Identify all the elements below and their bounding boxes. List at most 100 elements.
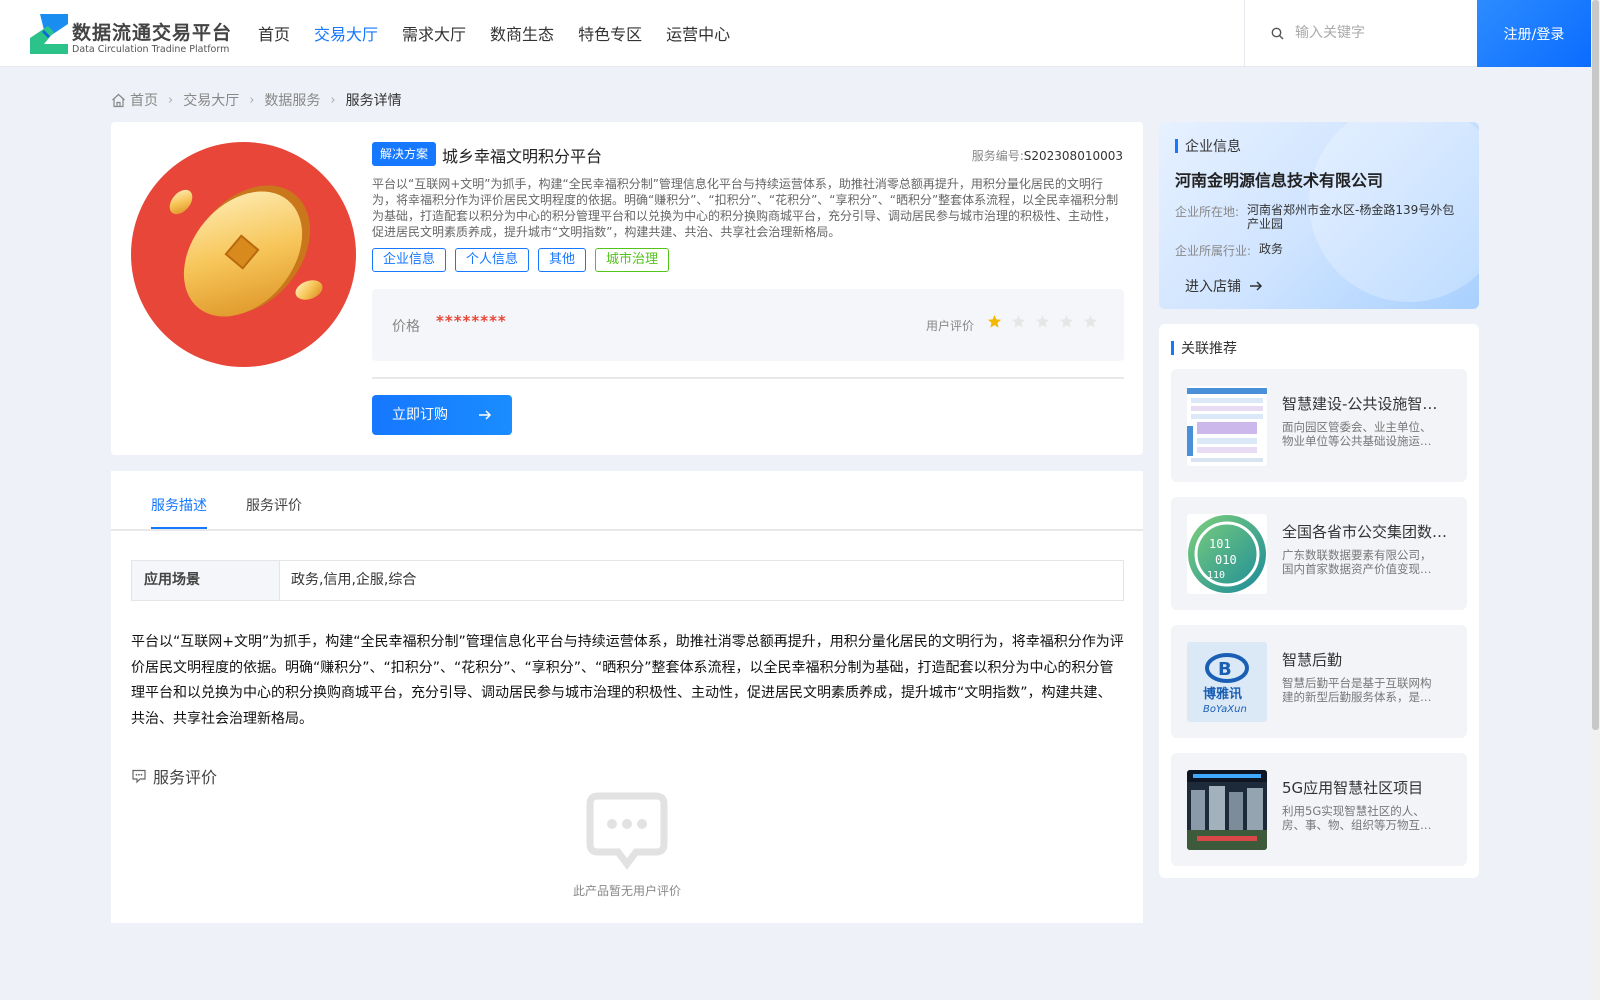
service-detail-card: 服务描述 服务评价 应用场景 政务,信用,企服,综合 平台以“互联网+文明”为抓…	[111, 471, 1143, 923]
nav-home[interactable]: 首页	[258, 0, 290, 67]
svg-text:101: 101	[1209, 537, 1231, 551]
company-location: 河南省郑州市金水区-杨金路139号外包产业园	[1247, 203, 1455, 231]
enter-shop-label: 进入店铺	[1185, 279, 1241, 295]
recommend-item-desc: 广东数联数据要素有限公司，国内首家数据资产价值变现全链条服务商	[1282, 548, 1432, 576]
search-icon[interactable]	[1271, 27, 1284, 40]
register-login-button[interactable]: 注册/登录	[1477, 0, 1591, 67]
company-logo-icon: B 博雅讯 BoYaXun	[1203, 653, 1249, 715]
enter-shop-link[interactable]: 进入店铺	[1185, 276, 1263, 296]
scene-value: 政务,信用,企服,综合	[291, 572, 417, 588]
tag-enterprise-info[interactable]: 企业信息	[372, 248, 447, 272]
recommend-thumbnail	[1187, 386, 1267, 466]
logo-text-cn: 博雅讯	[1203, 686, 1242, 702]
company-name: 河南金明源信息技术有限公司	[1175, 171, 1384, 190]
logo-subtitle: Data Circulation Tradine Platform	[72, 44, 230, 55]
service-number-value: S202308010003	[1023, 149, 1123, 163]
scene-label: 应用场景	[132, 561, 280, 600]
recommend-section-head: 关联推荐	[1171, 338, 1237, 358]
product-title: 城乡幸福文明积分平台	[442, 147, 603, 166]
review-title-label: 服务评价	[153, 768, 218, 787]
page-scrollbar[interactable]	[1591, 0, 1600, 1000]
product-image	[131, 142, 356, 367]
order-now-button[interactable]: 立即订购	[372, 395, 512, 435]
product-summary-card: 解决方案 城乡幸福文明积分平台 服务编号:S202308010003 平台以“互…	[111, 122, 1143, 455]
recommend-item-desc: 面向园区管委会、业主单位、物业单位等公共基础设施运维管理提供服务	[1282, 420, 1432, 448]
chevron-right-icon: ›	[330, 92, 336, 108]
svg-text:110: 110	[1207, 570, 1225, 581]
tag-other[interactable]: 其他	[538, 248, 587, 272]
product-tags: 企业信息 个人信息 其他 城市治理	[372, 248, 678, 272]
company-section-title: 企业信息	[1185, 139, 1241, 155]
service-number-label: 服务编号:	[971, 149, 1024, 163]
gold-coin-icon	[169, 185, 323, 317]
star-filled-icon[interactable]	[987, 314, 1002, 329]
star-empty-icon[interactable]	[1059, 314, 1074, 329]
section-marker	[1171, 341, 1174, 355]
search-input[interactable]	[1295, 20, 1465, 46]
recommend-item-title: 5G应用智慧社区项目	[1282, 779, 1424, 797]
nav-featured-zone[interactable]: 特色专区	[578, 0, 642, 67]
section-marker	[1175, 139, 1178, 153]
star-empty-icon[interactable]	[1011, 314, 1026, 329]
review-section-title: 服务评价	[131, 764, 217, 788]
company-location-row: 企业所在地: 河南省郑州市金水区-杨金路139号外包产业园	[1175, 203, 1462, 231]
tab-service-review[interactable]: 服务评价	[246, 495, 302, 515]
breadcrumb-current: 服务详情	[345, 93, 402, 109]
tag-city-governance[interactable]: 城市治理	[595, 248, 670, 272]
rating-label: 用户评价	[926, 319, 975, 333]
scrollbar-thumb[interactable]	[1592, 0, 1599, 730]
data-globe-icon: 101 010 110	[1188, 515, 1266, 593]
recommend-item-desc: 智慧后勤平台是基于互联网构建的新型后勤服务体系，是现代化后勤管理	[1282, 676, 1432, 704]
recommend-item[interactable]: 101 010 110 全国各省市公交集团数据服务 广东数联数据要素有限公司，国…	[1171, 497, 1467, 610]
svg-text:010: 010	[1215, 553, 1237, 567]
recommend-item-title: 智慧后勤	[1282, 651, 1343, 669]
site-logo[interactable]: 数据流通交易平台 Data Circulation Tradine Platfo…	[30, 14, 233, 56]
comment-icon	[132, 769, 146, 784]
recommend-section-title: 关联推荐	[1181, 341, 1237, 357]
order-now-label: 立即订购	[392, 407, 448, 423]
nav-trading-hall[interactable]: 交易大厅	[314, 0, 378, 67]
price-value: ********	[436, 312, 507, 330]
service-long-description: 平台以“互联网+文明”为抓手，构建“全民幸福积分制”管理信息化平台与持续运营体系…	[131, 634, 1124, 727]
logo-title: 数据流通交易平台	[72, 22, 233, 44]
recommend-thumbnail	[1187, 770, 1267, 850]
arrow-right-icon	[1250, 281, 1263, 291]
active-tab-indicator	[151, 527, 207, 529]
company-industry-row: 企业所属行业: 政务	[1175, 242, 1474, 259]
company-section-head: 企业信息	[1175, 136, 1241, 156]
star-empty-icon[interactable]	[1035, 314, 1050, 329]
product-description: 平台以“互联网+文明”为抓手，构建“全民幸福积分制”管理信息化平台与持续运营体系…	[372, 177, 1119, 239]
breadcrumb: 首页 › 交易大厅 › 数据服务 › 服务详情	[111, 89, 402, 111]
breadcrumb-home[interactable]: 首页	[130, 90, 158, 110]
logo-mark-icon	[30, 14, 68, 54]
recommend-item[interactable]: B 博雅讯 BoYaXun 智慧后勤 智慧后勤平台是基于互联网构建的新型后勤服务…	[1171, 625, 1467, 738]
recommend-item[interactable]: 智慧建设-公共设施智能化管理平台 面向园区管委会、业主单位、物业单位等公共基础设…	[1171, 369, 1467, 482]
company-location-label: 企业所在地:	[1175, 205, 1240, 219]
price-label: 价格	[392, 319, 420, 335]
top-header: 数据流通交易平台 Data Circulation Tradine Platfo…	[0, 0, 1600, 67]
tab-service-description[interactable]: 服务描述	[151, 495, 207, 515]
recommend-item[interactable]: 5G应用智慧社区项目 利用5G实现智慧社区的人、房、事、物、组织等万物互联的智能…	[1171, 753, 1467, 866]
svg-text:B: B	[1218, 659, 1232, 680]
breadcrumb-data-service[interactable]: 数据服务	[264, 90, 320, 110]
rating-stars	[987, 314, 1107, 329]
solution-type-badge: 解决方案	[372, 142, 437, 166]
detail-tabs: 服务描述 服务评价	[111, 471, 1143, 531]
star-empty-icon[interactable]	[1083, 314, 1098, 329]
recommend-thumbnail: 101 010 110	[1187, 514, 1267, 594]
tag-personal-info[interactable]: 个人信息	[455, 248, 530, 272]
main-nav: 首页 交易大厅 需求大厅 数商生态 特色专区 运营中心	[258, 0, 754, 67]
chevron-right-icon: ›	[168, 92, 174, 108]
recommend-thumbnail: B 博雅讯 BoYaXun	[1187, 642, 1267, 722]
smart-community-photo-icon	[1187, 770, 1267, 850]
nav-operations-center[interactable]: 运营中心	[666, 0, 730, 67]
breadcrumb-trading-hall[interactable]: 交易大厅	[183, 90, 239, 110]
chevron-right-icon: ›	[249, 92, 255, 108]
nav-merchant-ecosystem[interactable]: 数商生态	[490, 0, 554, 67]
price-panel: 价格 ******** 用户评价	[372, 289, 1124, 361]
flowchart-thumbnail-icon	[1187, 388, 1267, 462]
nav-demand-hall[interactable]: 需求大厅	[402, 0, 466, 67]
company-info-card: 企业信息 河南金明源信息技术有限公司 企业所在地: 河南省郑州市金水区-杨金路1…	[1159, 122, 1479, 309]
application-scene-table: 应用场景 政务,信用,企服,综合	[131, 560, 1124, 601]
home-icon	[112, 93, 125, 107]
